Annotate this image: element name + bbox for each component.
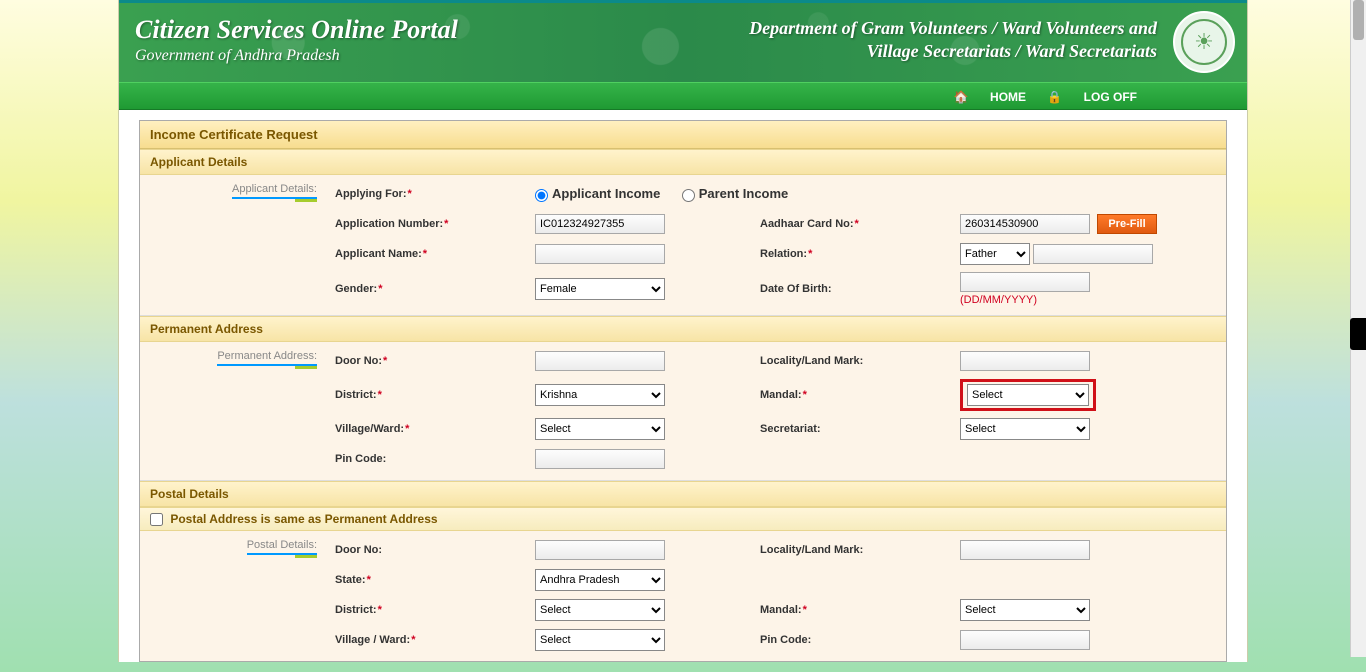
side-widget[interactable] (1350, 318, 1366, 350)
perm-district-label: District: (335, 389, 377, 401)
perm-pincode-label: Pin Code: (335, 453, 386, 465)
perm-locality-label: Locality/Land Mark: (760, 355, 863, 367)
relation-label: Relation: (760, 248, 807, 260)
post-district-select[interactable]: Select (535, 599, 665, 621)
same-address-checkbox-label[interactable]: Postal Address is same as Permanent Addr… (150, 512, 438, 526)
scrollbar-thumb[interactable] (1353, 0, 1364, 40)
post-village-select[interactable]: Select (535, 629, 665, 651)
postal-side-label: Postal Details: (140, 531, 325, 661)
header-left: Citizen Services Online Portal Governmen… (135, 15, 458, 65)
perm-pincode-input[interactable] (535, 449, 665, 469)
dob-input[interactable] (960, 272, 1090, 292)
header-right: Department of Gram Volunteers / Ward Vol… (749, 17, 1157, 64)
department-line2: Village Secretariats / Ward Secretariats (749, 40, 1157, 63)
perm-secretariat-label: Secretariat: (760, 423, 821, 435)
top-nav: 🏠 HOME 🔒 LOG OFF (119, 82, 1247, 110)
prefill-button[interactable]: Pre-Fill (1097, 214, 1156, 234)
form-title: Income Certificate Request (140, 121, 1226, 149)
site-header: Citizen Services Online Portal Governmen… (119, 0, 1247, 82)
site-title: Citizen Services Online Portal (135, 15, 458, 45)
postal-details-header: Postal Details (140, 481, 1226, 507)
gender-label: Gender: (335, 283, 377, 295)
nav-logoff[interactable]: 🔒 LOG OFF (1047, 90, 1137, 104)
state-seal-icon: ☀ (1173, 11, 1235, 73)
applying-for-label: Applying For: (335, 188, 407, 200)
postal-details-section: Postal Details: Door No: Locality/Land M… (140, 531, 1226, 661)
same-address-checkbox[interactable] (150, 513, 163, 526)
perm-village-select[interactable]: Select (535, 418, 665, 440)
post-village-label: Village / Ward: (335, 634, 410, 646)
post-district-label: District: (335, 604, 377, 616)
nav-home[interactable]: 🏠 HOME (954, 90, 1026, 104)
site-subtitle: Government of Andhra Pradesh (135, 47, 458, 65)
post-doorno-input[interactable] (535, 540, 665, 560)
perm-mandal-label: Mandal: (760, 389, 802, 401)
aadhaar-input[interactable] (960, 214, 1090, 234)
post-locality-label: Locality/Land Mark: (760, 544, 863, 556)
gender-select[interactable]: Female (535, 278, 665, 300)
post-mandal-label: Mandal: (760, 604, 802, 616)
perm-mandal-select[interactable]: Select (967, 384, 1089, 406)
perm-locality-input[interactable] (960, 351, 1090, 371)
perm-district-select[interactable]: Krishna (535, 384, 665, 406)
post-mandal-select[interactable]: Select (960, 599, 1090, 621)
permanent-address-header: Permanent Address (140, 316, 1226, 342)
applicant-side-label: Applicant Details: (140, 175, 325, 315)
post-doorno-label: Door No: (335, 544, 382, 556)
app-number-label: Application Number: (335, 218, 443, 230)
post-state-label: State: (335, 574, 366, 586)
mandal-highlight-box: Select (960, 379, 1096, 411)
department-line1: Department of Gram Volunteers / Ward Vol… (749, 17, 1157, 40)
perm-doorno-label: Door No: (335, 355, 382, 367)
perm-village-label: Village/Ward: (335, 423, 404, 435)
applicant-details-header: Applicant Details (140, 149, 1226, 175)
seal-inner-icon: ☀ (1181, 19, 1227, 65)
applicant-details-section: Applicant Details: Applying For:* Applic… (140, 175, 1226, 316)
radio-applicant-income[interactable]: Applicant Income (535, 186, 660, 201)
app-number-input[interactable] (535, 214, 665, 234)
post-pincode-label: Pin Code: (760, 634, 811, 646)
page-container: Citizen Services Online Portal Governmen… (118, 0, 1248, 662)
aadhaar-label: Aadhaar Card No: (760, 218, 854, 230)
relation-name-input[interactable] (1033, 244, 1153, 264)
post-pincode-input[interactable] (960, 630, 1090, 650)
post-locality-input[interactable] (960, 540, 1090, 560)
radio-parent-income-input[interactable] (682, 189, 695, 202)
applicant-name-input[interactable] (535, 244, 665, 264)
dob-label: Date Of Birth: (760, 283, 832, 295)
relation-select[interactable]: Father (960, 243, 1030, 265)
radio-applicant-income-input[interactable] (535, 189, 548, 202)
radio-parent-income[interactable]: Parent Income (682, 186, 789, 201)
form-panel: Income Certificate Request Applicant Det… (139, 120, 1227, 662)
post-state-select[interactable]: Andhra Pradesh (535, 569, 665, 591)
permanent-address-section: Permanent Address: Door No:* Locality/La… (140, 342, 1226, 481)
applicant-name-label: Applicant Name: (335, 248, 422, 260)
same-address-row: Postal Address is same as Permanent Addr… (140, 507, 1226, 531)
perm-secretariat-select[interactable]: Select (960, 418, 1090, 440)
permanent-side-label: Permanent Address: (140, 342, 325, 480)
dob-hint: (DD/MM/YYYY) (960, 294, 1037, 306)
perm-doorno-input[interactable] (535, 351, 665, 371)
